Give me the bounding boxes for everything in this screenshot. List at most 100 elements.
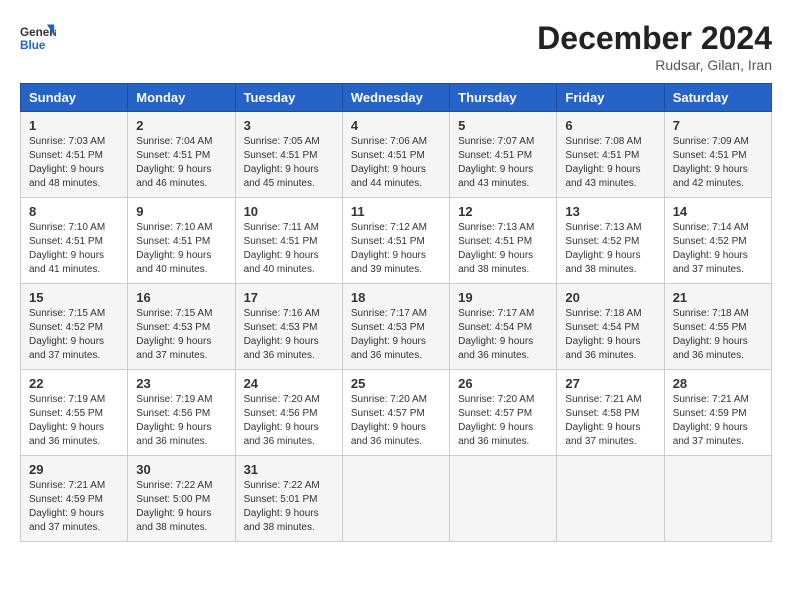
day-cell: 29 Sunrise: 7:21 AMSunset: 4:59 PMDayligh… xyxy=(21,456,128,542)
day-cell: 24 Sunrise: 7:20 AMSunset: 4:56 PMDayligh… xyxy=(235,370,342,456)
day-number: 17 xyxy=(244,290,334,305)
col-header-wednesday: Wednesday xyxy=(342,84,449,112)
day-info: Sunrise: 7:17 AMSunset: 4:54 PMDaylight:… xyxy=(458,307,548,363)
day-cell: 26 Sunrise: 7:20 AMSunset: 4:57 PMDayligh… xyxy=(450,370,557,456)
col-header-monday: Monday xyxy=(128,84,235,112)
day-number: 14 xyxy=(673,204,763,219)
day-info: Sunrise: 7:20 AMSunset: 4:57 PMDaylight:… xyxy=(351,393,441,449)
day-number: 15 xyxy=(29,290,119,305)
col-header-tuesday: Tuesday xyxy=(235,84,342,112)
day-number: 10 xyxy=(244,204,334,219)
day-info: Sunrise: 7:22 AMSunset: 5:01 PMDaylight:… xyxy=(244,479,334,535)
day-number: 11 xyxy=(351,204,441,219)
title-area: December 2024 Rudsar, Gilan, Iran xyxy=(537,20,772,73)
day-info: Sunrise: 7:13 AMSunset: 4:51 PMDaylight:… xyxy=(458,221,548,277)
day-cell: 28 Sunrise: 7:21 AMSunset: 4:59 PMDayligh… xyxy=(664,370,771,456)
day-number: 26 xyxy=(458,376,548,391)
day-number: 3 xyxy=(244,118,334,133)
header-row: SundayMondayTuesdayWednesdayThursdayFrid… xyxy=(21,84,772,112)
day-cell: 6 Sunrise: 7:08 AMSunset: 4:51 PMDaylight… xyxy=(557,112,664,198)
day-number: 2 xyxy=(136,118,226,133)
col-header-sunday: Sunday xyxy=(21,84,128,112)
day-number: 30 xyxy=(136,462,226,477)
day-cell: 9Sunrise: 7:10 AMSunset: 4:51 PMDaylight… xyxy=(128,198,235,284)
day-cell: 30 Sunrise: 7:22 AMSunset: 5:00 PMDayligh… xyxy=(128,456,235,542)
day-cell xyxy=(664,456,771,542)
day-cell: 27 Sunrise: 7:21 AMSunset: 4:58 PMDayligh… xyxy=(557,370,664,456)
day-info: Sunrise: 7:16 AMSunset: 4:53 PMDaylight:… xyxy=(244,307,334,363)
day-number: 13 xyxy=(565,204,655,219)
day-info: Sunrise: 7:18 AMSunset: 4:55 PMDaylight:… xyxy=(673,307,763,363)
day-cell: 12Sunrise: 7:13 AMSunset: 4:51 PMDayligh… xyxy=(450,198,557,284)
day-cell: 31 Sunrise: 7:22 AMSunset: 5:01 PMDayligh… xyxy=(235,456,342,542)
day-number: 23 xyxy=(136,376,226,391)
col-header-saturday: Saturday xyxy=(664,84,771,112)
day-cell: 23 Sunrise: 7:19 AMSunset: 4:56 PMDayligh… xyxy=(128,370,235,456)
week-row-3: 15 Sunrise: 7:15 AMSunset: 4:52 PMDayligh… xyxy=(21,284,772,370)
day-cell: 3 Sunrise: 7:05 AMSunset: 4:51 PMDaylight… xyxy=(235,112,342,198)
day-cell: 18Sunrise: 7:17 AMSunset: 4:53 PMDayligh… xyxy=(342,284,449,370)
week-row-4: 22Sunrise: 7:19 AMSunset: 4:55 PMDayligh… xyxy=(21,370,772,456)
week-row-1: 1 Sunrise: 7:03 AMSunset: 4:51 PMDaylight… xyxy=(21,112,772,198)
day-cell xyxy=(342,456,449,542)
day-info: Sunrise: 7:22 AMSunset: 5:00 PMDaylight:… xyxy=(136,479,226,535)
day-cell: 19 Sunrise: 7:17 AMSunset: 4:54 PMDayligh… xyxy=(450,284,557,370)
day-info: Sunrise: 7:18 AMSunset: 4:54 PMDaylight:… xyxy=(565,307,655,363)
day-cell: 21 Sunrise: 7:18 AMSunset: 4:55 PMDayligh… xyxy=(664,284,771,370)
day-info: Sunrise: 7:15 AMSunset: 4:53 PMDaylight:… xyxy=(136,307,226,363)
calendar-table: SundayMondayTuesdayWednesdayThursdayFrid… xyxy=(20,83,772,542)
day-number: 29 xyxy=(29,462,119,477)
day-info: Sunrise: 7:19 AMSunset: 4:56 PMDaylight:… xyxy=(136,393,226,449)
day-info: Sunrise: 7:21 AMSunset: 4:59 PMDaylight:… xyxy=(29,479,119,535)
day-cell: 13 Sunrise: 7:13 AMSunset: 4:52 PMDayligh… xyxy=(557,198,664,284)
day-cell: 2 Sunrise: 7:04 AMSunset: 4:51 PMDaylight… xyxy=(128,112,235,198)
day-cell: 11 Sunrise: 7:12 AMSunset: 4:51 PMDayligh… xyxy=(342,198,449,284)
week-row-2: 8 Sunrise: 7:10 AMSunset: 4:51 PMDaylight… xyxy=(21,198,772,284)
col-header-thursday: Thursday xyxy=(450,84,557,112)
day-info: Sunrise: 7:15 AMSunset: 4:52 PMDaylight:… xyxy=(29,307,119,363)
day-cell: 1 Sunrise: 7:03 AMSunset: 4:51 PMDaylight… xyxy=(21,112,128,198)
day-number: 24 xyxy=(244,376,334,391)
day-info: Sunrise: 7:11 AMSunset: 4:51 PMDaylight:… xyxy=(244,221,334,277)
day-cell: 20Sunrise: 7:18 AMSunset: 4:54 PMDayligh… xyxy=(557,284,664,370)
day-info: Sunrise: 7:03 AMSunset: 4:51 PMDaylight:… xyxy=(29,135,119,191)
day-info: Sunrise: 7:12 AMSunset: 4:51 PMDaylight:… xyxy=(351,221,441,277)
day-number: 4 xyxy=(351,118,441,133)
day-info: Sunrise: 7:10 AMSunset: 4:51 PMDaylight:… xyxy=(29,221,119,277)
logo-svg: General Blue xyxy=(20,20,56,56)
day-number: 1 xyxy=(29,118,119,133)
day-info: Sunrise: 7:07 AMSunset: 4:51 PMDaylight:… xyxy=(458,135,548,191)
day-number: 6 xyxy=(565,118,655,133)
day-cell: 5Sunrise: 7:07 AMSunset: 4:51 PMDaylight… xyxy=(450,112,557,198)
day-info: Sunrise: 7:13 AMSunset: 4:52 PMDaylight:… xyxy=(565,221,655,277)
day-cell: 7Sunrise: 7:09 AMSunset: 4:51 PMDaylight… xyxy=(664,112,771,198)
logo: General Blue xyxy=(20,20,56,56)
day-number: 25 xyxy=(351,376,441,391)
day-number: 8 xyxy=(29,204,119,219)
day-cell: 14 Sunrise: 7:14 AMSunset: 4:52 PMDayligh… xyxy=(664,198,771,284)
day-number: 27 xyxy=(565,376,655,391)
day-info: Sunrise: 7:08 AMSunset: 4:51 PMDaylight:… xyxy=(565,135,655,191)
day-info: Sunrise: 7:04 AMSunset: 4:51 PMDaylight:… xyxy=(136,135,226,191)
day-number: 19 xyxy=(458,290,548,305)
day-number: 16 xyxy=(136,290,226,305)
day-number: 21 xyxy=(673,290,763,305)
day-info: Sunrise: 7:17 AMSunset: 4:53 PMDaylight:… xyxy=(351,307,441,363)
day-number: 28 xyxy=(673,376,763,391)
day-info: Sunrise: 7:21 AMSunset: 4:58 PMDaylight:… xyxy=(565,393,655,449)
day-info: Sunrise: 7:10 AMSunset: 4:51 PMDaylight:… xyxy=(136,221,226,277)
day-info: Sunrise: 7:20 AMSunset: 4:56 PMDaylight:… xyxy=(244,393,334,449)
day-cell: 15 Sunrise: 7:15 AMSunset: 4:52 PMDayligh… xyxy=(21,284,128,370)
day-cell: 10 Sunrise: 7:11 AMSunset: 4:51 PMDayligh… xyxy=(235,198,342,284)
day-cell: 16 Sunrise: 7:15 AMSunset: 4:53 PMDayligh… xyxy=(128,284,235,370)
day-info: Sunrise: 7:06 AMSunset: 4:51 PMDaylight:… xyxy=(351,135,441,191)
day-cell: 22Sunrise: 7:19 AMSunset: 4:55 PMDayligh… xyxy=(21,370,128,456)
day-info: Sunrise: 7:09 AMSunset: 4:51 PMDaylight:… xyxy=(673,135,763,191)
day-info: Sunrise: 7:20 AMSunset: 4:57 PMDaylight:… xyxy=(458,393,548,449)
day-number: 31 xyxy=(244,462,334,477)
day-info: Sunrise: 7:14 AMSunset: 4:52 PMDaylight:… xyxy=(673,221,763,277)
day-cell: 25 Sunrise: 7:20 AMSunset: 4:57 PMDayligh… xyxy=(342,370,449,456)
day-info: Sunrise: 7:05 AMSunset: 4:51 PMDaylight:… xyxy=(244,135,334,191)
day-info: Sunrise: 7:21 AMSunset: 4:59 PMDaylight:… xyxy=(673,393,763,449)
svg-text:Blue: Blue xyxy=(20,39,46,52)
